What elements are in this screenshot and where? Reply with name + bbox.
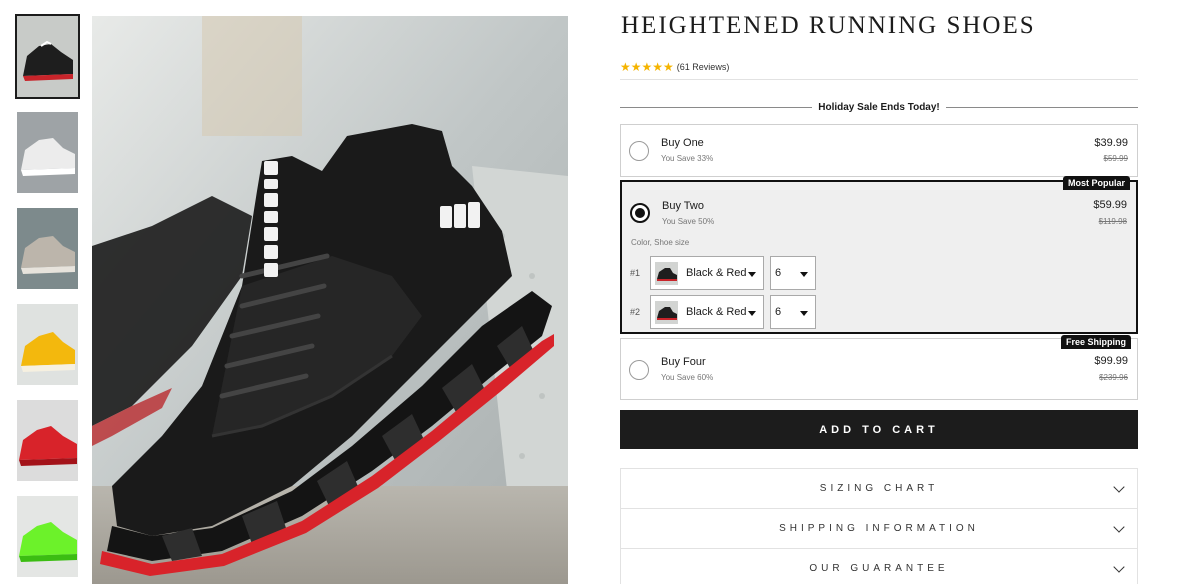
yellow-shoe-image [17,304,78,385]
bundle-option-buy-four[interactable]: Free Shipping Buy Four You Save 60% $99.… [620,335,1138,400]
add-to-cart-button[interactable]: ADD TO CART [620,410,1138,449]
thumbnail-red-shoe[interactable] [17,400,78,481]
main-product-image [92,16,568,584]
selected-color: Black & Red [686,267,747,279]
sale-banner: Holiday Sale Ends Today! [620,100,1139,114]
variant-label: Color, Shoe size [631,238,690,247]
green-shoe-image [17,496,78,577]
accordion-label: SIZING CHART [819,483,939,494]
thumbnail-yellow-shoe[interactable] [17,304,78,385]
chevron-down-icon [1113,561,1125,573]
bundle-savings: You Save 33% [661,154,714,163]
variant-number: #1 [630,268,641,278]
star-rating-icon: ★★★★★ [620,60,674,74]
variant-row-1: #1 Black & Red 6 [630,256,816,290]
bundle-name: Buy Four [661,356,706,368]
radio-button[interactable] [629,360,649,380]
radio-button[interactable] [629,141,649,161]
accordion-label: OUR GUARANTEE [809,563,949,574]
bundle-savings: You Save 50% [662,217,715,226]
divider [945,106,1139,108]
chevron-down-icon [800,272,808,277]
red-shoe-image [17,400,78,481]
product-title: HEIGHTENED RUNNING SHOES [621,12,1036,39]
most-popular-badge: Most Popular [1062,176,1130,190]
bundle-name: Buy One [661,137,704,149]
selected-size: 6 [775,306,782,318]
thumbnail-grey-shoe[interactable] [17,208,78,289]
thumbnail-gallery [15,14,80,584]
divider [620,79,1138,80]
radio-button-selected[interactable] [630,203,650,223]
divider [620,106,813,108]
product-rating[interactable]: ★★★★★ (61 Reviews) [620,61,729,73]
bundle-original-price: $59.99 [1103,154,1128,163]
free-shipping-badge: Free Shipping [1060,335,1131,349]
variant-row-2: #2 Black & Red 6 [630,295,816,329]
chevron-down-icon [1113,521,1125,533]
bundle-price: $39.99 [1094,137,1128,149]
accordion-shipping-information[interactable]: SHIPPING INFORMATION [620,508,1138,549]
thumbnail-black-shoe[interactable] [15,14,80,99]
review-count[interactable]: (61 Reviews) [677,62,730,72]
white-shoe-image [17,112,78,193]
accordion-label: SHIPPING INFORMATION [779,523,979,534]
size-select[interactable]: 6 [770,295,816,329]
thumbnail-green-shoe[interactable] [17,496,78,577]
chevron-down-icon [748,272,756,277]
black-running-shoe-photo [92,16,568,584]
bundle-price: $59.99 [1093,199,1127,211]
color-select[interactable]: Black & Red [650,256,764,290]
color-select[interactable]: Black & Red [650,295,764,329]
accordion-our-guarantee[interactable]: OUR GUARANTEE [620,548,1138,584]
thumbnail-white-shoe[interactable] [17,112,78,193]
selected-color: Black & Red [686,306,747,318]
accordion-sizing-chart[interactable]: SIZING CHART [620,468,1138,509]
selected-size: 6 [775,267,782,279]
sale-banner-text: Holiday Sale Ends Today! [818,101,940,113]
bundle-option-buy-two[interactable]: Most Popular Buy Two You Save 50% $59.99… [620,176,1138,334]
chevron-down-icon [800,311,808,316]
bundle-savings: You Save 60% [661,373,714,382]
bundle-name: Buy Two [662,200,704,212]
black-shoe-image [17,16,78,97]
bundle-option-buy-one[interactable]: Buy One You Save 33% $39.99 $59.99 [620,124,1138,177]
bundle-original-price: $119.98 [1098,217,1127,226]
chevron-down-icon [1113,481,1125,493]
bundle-original-price: $239.96 [1099,373,1128,382]
black-shoe-swatch-icon [655,261,678,285]
black-shoe-swatch-icon [655,300,678,324]
variant-number: #2 [630,307,641,317]
size-select[interactable]: 6 [770,256,816,290]
grey-shoe-image [17,208,78,289]
chevron-down-icon [748,311,756,316]
bundle-price: $99.99 [1094,355,1128,367]
